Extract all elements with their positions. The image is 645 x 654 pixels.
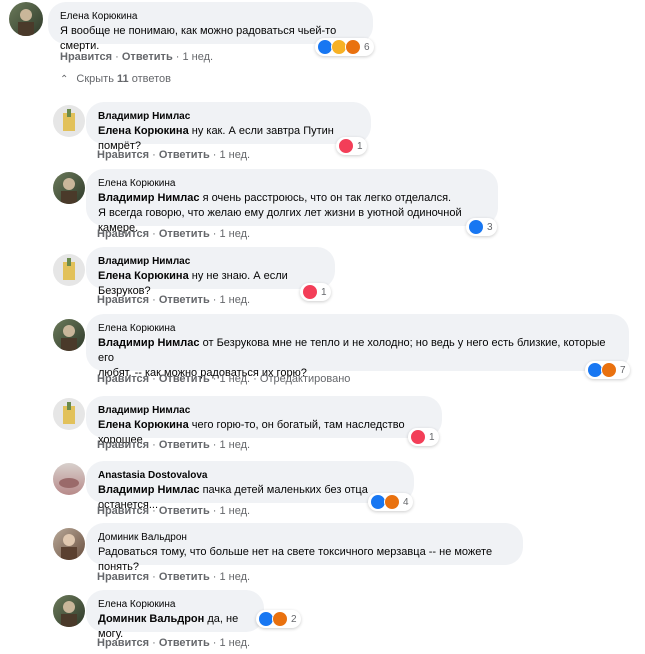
reaction-summary[interactable]: 7 (585, 361, 630, 379)
like-button[interactable]: Нравится (97, 228, 149, 240)
reply-button[interactable]: Ответить (159, 505, 210, 517)
reaction-count: 2 (291, 613, 297, 625)
comment-time[interactable]: 1 нед. (220, 571, 251, 583)
avatar[interactable] (53, 319, 85, 351)
like-button[interactable]: Нравится (97, 439, 149, 451)
reply-button[interactable]: Ответить (159, 571, 210, 583)
reply-button[interactable]: Ответить (159, 439, 210, 451)
comment-time[interactable]: 1 нед. (220, 439, 251, 451)
reaction-summary[interactable]: 2 (256, 610, 301, 628)
comment-bubble: Anastasia Dostovalova Владимир Нимлас па… (86, 461, 414, 511)
comment-author[interactable]: Елена Корюкина (98, 322, 617, 335)
reply-button[interactable]: Ответить (159, 637, 210, 649)
avatar[interactable] (53, 254, 85, 286)
avatar[interactable] (53, 463, 85, 495)
mention-link[interactable]: Владимир Нимлас (98, 484, 200, 496)
mention-link[interactable]: Елена Корюкина (98, 125, 189, 137)
avatar[interactable] (53, 595, 85, 627)
comment-bubble: Елена Корюкина Владимир Нимлас я очень р… (86, 169, 498, 234)
comment-author[interactable]: Владимир Нимлас (98, 110, 359, 123)
comment-actions: Нравится · Ответить · 1 нед. (97, 505, 251, 517)
reaction-summary[interactable]: 1 (336, 137, 367, 155)
comment-bubble: Елена Корюкина Доминик Вальдрон да, не м… (86, 590, 264, 640)
like-button[interactable]: Нравится (97, 294, 149, 306)
reply-button[interactable]: Ответить (159, 228, 210, 240)
reply-button[interactable]: Ответить (159, 373, 210, 385)
comment-time[interactable]: 1 нед. (220, 505, 251, 517)
like-button[interactable]: Нравится (97, 505, 149, 517)
mention-link[interactable]: Елена Корюкина (98, 270, 189, 282)
comment-time[interactable]: 1 нед. (183, 51, 214, 63)
comment-author[interactable]: Елена Корюкина (98, 177, 486, 190)
reaction-summary[interactable]: 1 (300, 283, 331, 301)
reaction-count: 1 (429, 431, 435, 443)
avatar[interactable] (53, 398, 85, 430)
edited-label[interactable]: Отредактировано (260, 373, 351, 385)
comment-actions: Нравится · Ответить · 1 нед. · Отредакти… (97, 373, 351, 385)
comment-author[interactable]: Доминик Вальдрон (98, 531, 511, 544)
angry-reaction-icon (601, 362, 617, 378)
comment-bubble: Елена Корюкина Владимир Нимлас от Безрук… (86, 314, 629, 379)
angry-reaction-icon (272, 611, 288, 627)
chevron-up-icon: ⌃ (60, 73, 69, 85)
avatar[interactable] (9, 2, 43, 36)
reaction-summary[interactable]: 6 (315, 38, 374, 56)
avatar[interactable] (53, 528, 85, 560)
comment-author[interactable]: Владимир Нимлас (98, 404, 430, 417)
comment-bubble: Владимир Нимлас Елена Корюкина ну как. А… (86, 102, 371, 152)
comment-actions: Нравится · Ответить · 1 нед. (97, 149, 251, 161)
comment-bubble: Владимир Нимлас Елена Корюкина ну не зна… (86, 247, 335, 297)
mention-link[interactable]: Владимир Нимлас (98, 337, 200, 349)
comment-bubble: Владимир Нимлас Елена Корюкина чего горю… (86, 396, 442, 446)
reply-button[interactable]: Ответить (159, 294, 210, 306)
avatar[interactable] (53, 172, 85, 204)
comment-actions: Нравится · Ответить · 1 нед. (60, 51, 214, 63)
comment-author[interactable]: Елена Корюкина (98, 598, 252, 611)
hide-replies-button[interactable]: ⌃ Скрыть 11 ответов (60, 73, 171, 85)
comment-actions: Нравится · Ответить · 1 нед. (97, 571, 251, 583)
comment-author[interactable]: Елена Корюкина (60, 10, 361, 23)
comment-time[interactable]: 1 нед. (220, 149, 251, 161)
comment-actions: Нравится · Ответить · 1 нед. (97, 228, 251, 240)
like-button[interactable]: Нравится (97, 373, 149, 385)
comment-bubble: Доминик Вальдрон Радоваться тому, что бо… (86, 523, 523, 573)
love-reaction-icon (338, 138, 354, 154)
like-button[interactable]: Нравится (97, 149, 149, 161)
reaction-count: 7 (620, 364, 626, 376)
comment-author[interactable]: Владимир Нимлас (98, 255, 323, 268)
reply-button[interactable]: Ответить (159, 149, 210, 161)
comment-time[interactable]: 1 нед. (220, 637, 251, 649)
like-reaction-icon (468, 219, 484, 235)
love-reaction-icon (410, 429, 426, 445)
comment-text: я очень расстроюсь, что он так легко отд… (199, 192, 452, 204)
comment-time[interactable]: 1 нед. (220, 294, 251, 306)
mention-link[interactable]: Доминик Вальдрон (98, 613, 204, 625)
angry-reaction-icon (345, 39, 361, 55)
reaction-summary[interactable]: 1 (408, 428, 439, 446)
comment-actions: Нравится · Ответить · 1 нед. (97, 294, 251, 306)
comment-time[interactable]: 1 нед. (220, 228, 251, 240)
comment-time[interactable]: 1 нед. (220, 373, 251, 385)
love-reaction-icon (302, 284, 318, 300)
like-button[interactable]: Нравится (60, 51, 112, 63)
like-button[interactable]: Нравится (97, 637, 149, 649)
reaction-count: 4 (403, 496, 409, 508)
angry-reaction-icon (384, 494, 400, 510)
reaction-count: 1 (321, 286, 327, 298)
reply-button[interactable]: Ответить (122, 51, 173, 63)
reaction-summary[interactable]: 3 (466, 218, 497, 236)
reaction-count: 1 (357, 140, 363, 152)
mention-link[interactable]: Елена Корюкина (98, 419, 189, 431)
comment-author[interactable]: Anastasia Dostovalova (98, 469, 402, 482)
comment-actions: Нравится · Ответить · 1 нед. (97, 637, 251, 649)
like-button[interactable]: Нравится (97, 571, 149, 583)
mention-link[interactable]: Владимир Нимлас (98, 192, 200, 204)
avatar[interactable] (53, 105, 85, 137)
reaction-count: 3 (487, 221, 493, 233)
reaction-count: 6 (364, 41, 370, 53)
comment-actions: Нравится · Ответить · 1 нед. (97, 439, 251, 451)
reaction-summary[interactable]: 4 (368, 493, 413, 511)
